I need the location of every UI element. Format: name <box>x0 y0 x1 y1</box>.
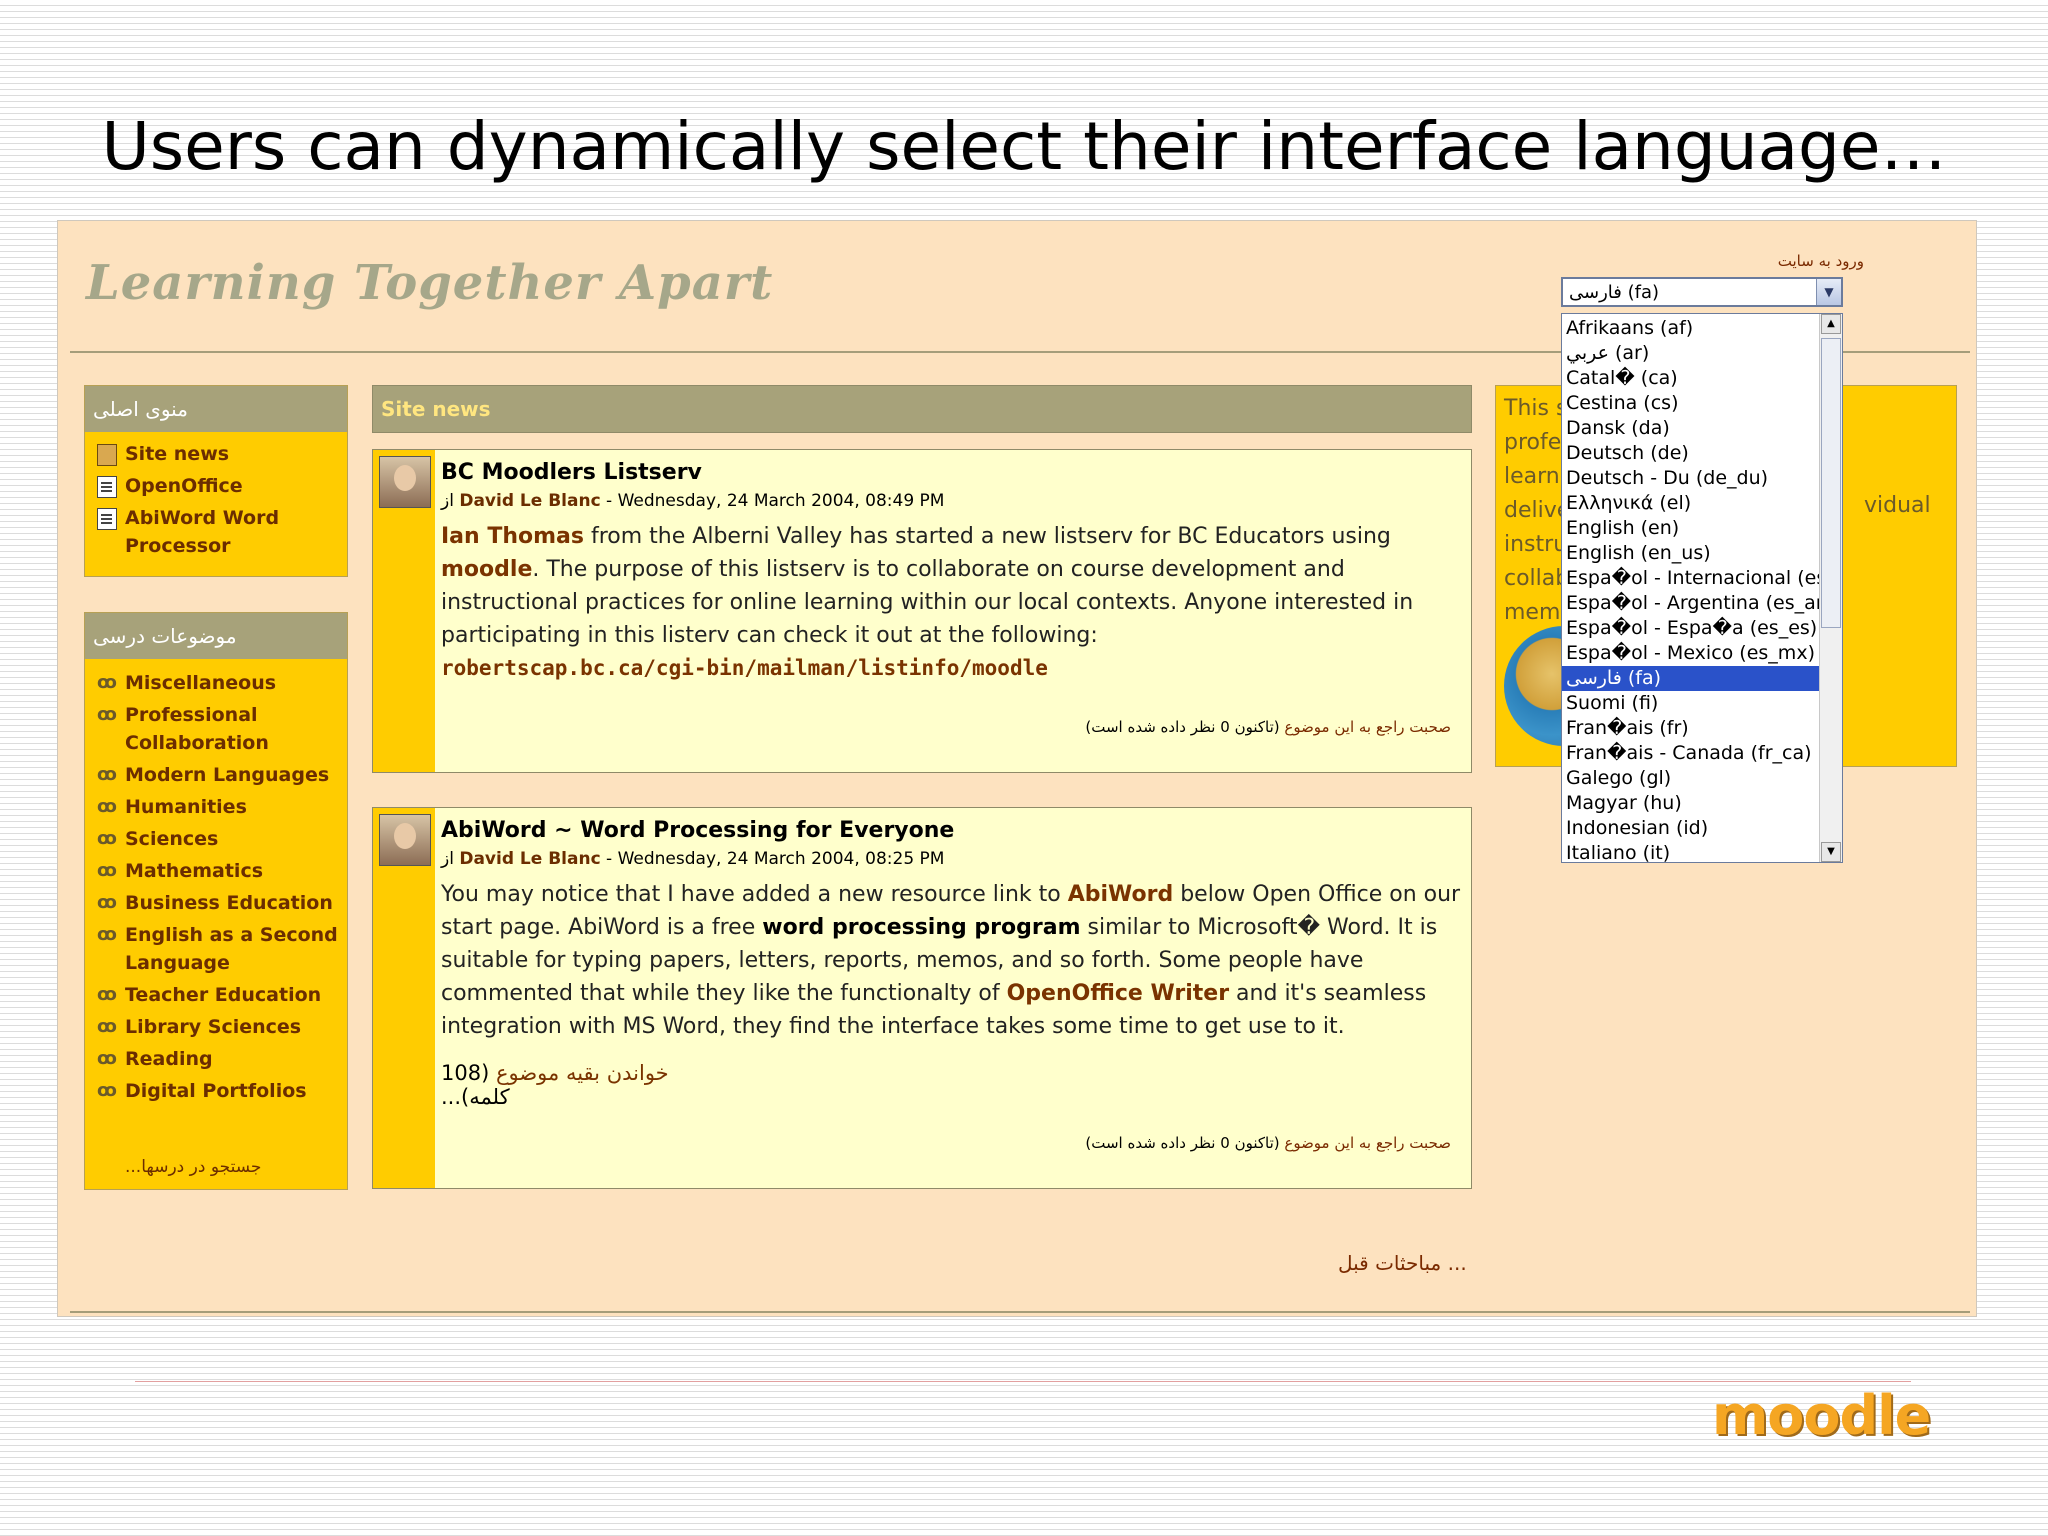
author-avatar[interactable] <box>379 814 431 866</box>
scrollbar-thumb[interactable] <box>1821 338 1841 628</box>
news-post: AbiWord ~ Word Processing for Everyone ا… <box>372 807 1472 1189</box>
category-icon: ꝏ <box>97 704 117 725</box>
language-option[interactable]: Cestina (cs) <box>1562 391 1820 416</box>
discuss-link[interactable]: صحبت راجع به این موضوع <box>1284 718 1451 736</box>
scroll-up-icon[interactable]: ▲ <box>1821 314 1841 334</box>
language-option[interactable]: Italiano (it) <box>1562 841 1820 862</box>
course-category-item[interactable]: ꝏ English as a Second Language <box>85 921 347 977</box>
language-select[interactable]: فارسی (fa) ▼ <box>1561 277 1843 307</box>
course-category-item[interactable]: ꝏ Modern Languages <box>85 761 347 789</box>
category-icon: ꝏ <box>97 764 117 785</box>
language-option[interactable]: Espa�ol - Espa�a (es_es) <box>1562 616 1820 641</box>
course-category-item[interactable]: ꝏ Business Education <box>85 889 347 917</box>
language-dropdown-list[interactable]: Afrikaans (af) عربي (ar) Catal� (ca) Cestin… <box>1561 313 1843 863</box>
course-category-item[interactable]: ꝏ Reading <box>85 1045 347 1073</box>
menu-item-openoffice[interactable]: OpenOffice <box>85 472 347 500</box>
category-icon: ꝏ <box>97 984 117 1005</box>
listserv-url-link[interactable]: robertscap.bc.ca/cgi-bin/mailman/listinf… <box>441 656 1048 680</box>
language-option[interactable]: Fran�ais (fr) <box>1562 716 1820 741</box>
course-category-item[interactable]: ꝏ Mathematics <box>85 857 347 885</box>
course-category-item[interactable]: ꝏ Professional Collaboration <box>85 701 347 757</box>
openoffice-writer-link[interactable]: OpenOffice Writer <box>1007 981 1229 1006</box>
language-option[interactable]: English (en_us) <box>1562 541 1820 566</box>
dropdown-scrollbar[interactable]: ▲ ▼ <box>1819 314 1842 862</box>
course-category-item[interactable]: ꝏ Digital Portfolios <box>85 1077 347 1105</box>
language-option[interactable]: Deutsch - Du (de_du) <box>1562 466 1820 491</box>
menu-item-abiword[interactable]: AbiWord Word Processor <box>85 504 347 560</box>
read-more: خواندن بقیه موضوع (108 کلمه)... <box>441 1061 669 1109</box>
language-option[interactable]: Dansk (da) <box>1562 416 1820 441</box>
footer-divider <box>70 1311 1970 1313</box>
site-title: Learning Together Apart <box>86 255 774 311</box>
post-discuss-footer: صحبت راجع به این موضوع (تاکنون 0 نظر داد… <box>1085 718 1451 736</box>
search-courses-link[interactable]: جستجو در درسها... <box>125 1157 261 1177</box>
course-category-item[interactable]: ꝏ Miscellaneous <box>85 669 347 697</box>
author-link[interactable]: David Le Blanc <box>459 491 600 511</box>
language-option[interactable]: فارسی (fa) <box>1562 666 1820 691</box>
language-option[interactable]: English (en) <box>1562 516 1820 541</box>
category-icon: ꝏ <box>97 1048 117 1069</box>
course-category-item[interactable]: ꝏ Humanities <box>85 793 347 821</box>
site-news-header: Site news <box>372 385 1472 433</box>
post-meta: از David Le Blanc - Wednesday, 24 March … <box>441 849 945 869</box>
post-text: Ian Thomas from the Alberni Valley has s… <box>441 524 1414 680</box>
language-option[interactable]: Indonesian (id) <box>1562 816 1820 841</box>
language-option[interactable]: عربي (ar) <box>1562 341 1820 366</box>
author-avatar[interactable] <box>379 456 431 508</box>
chevron-down-icon[interactable]: ▼ <box>1816 279 1841 305</box>
category-icon: ꝏ <box>97 860 117 881</box>
language-option[interactable]: Espa�ol - Internacional (es) <box>1562 566 1834 591</box>
course-categories-block: موضوعات درسی ꝏ Miscellaneous ꝏ Professiona… <box>84 612 348 1190</box>
course-category-item[interactable]: ꝏ Library Sciences <box>85 1013 347 1041</box>
moodle-link[interactable]: moodle <box>441 557 532 582</box>
post-discuss-footer: صحبت راجع به این موضوع (تاکنون 0 نظر داد… <box>1085 1134 1451 1152</box>
language-option[interactable]: Deutsch (de) <box>1562 441 1820 466</box>
category-icon: ꝏ <box>97 924 117 945</box>
category-icon: ꝏ <box>97 672 117 693</box>
language-option[interactable]: Espa�ol - Argentina (es_ar) <box>1562 591 1831 616</box>
category-icon: ꝏ <box>97 892 117 913</box>
moodle-logo: moodle <box>1712 1384 1931 1447</box>
post-text: You may notice that I have added a new r… <box>441 882 1461 1039</box>
page-icon <box>97 508 117 530</box>
discuss-link[interactable]: صحبت راجع به این موضوع <box>1284 1134 1451 1152</box>
category-icon: ꝏ <box>97 1080 117 1101</box>
course-category-item[interactable]: ꝏ Teacher Education <box>85 981 347 1009</box>
language-option[interactable]: Afrikaans (af) <box>1562 316 1820 341</box>
read-more-link[interactable]: خواندن بقیه موضوع <box>496 1061 669 1085</box>
menu-item-site-news[interactable]: Site news <box>85 440 347 468</box>
course-category-item[interactable]: ꝏ Sciences <box>85 825 347 853</box>
post-meta: از David Le Blanc - Wednesday, 24 March … <box>441 491 945 511</box>
main-menu-block: منوی اصلی Site news OpenOffice AbiWord W… <box>84 385 348 577</box>
main-menu-title: منوی اصلی <box>85 386 347 432</box>
scroll-down-icon[interactable]: ▼ <box>1821 842 1841 862</box>
category-icon: ꝏ <box>97 796 117 817</box>
language-option[interactable]: Magyar (hu) <box>1562 791 1820 816</box>
page-icon <box>97 476 117 498</box>
post-subject: BC Moodlers Listserv <box>441 460 702 485</box>
news-icon <box>97 444 117 466</box>
language-select-value: فارسی (fa) <box>1569 282 1660 303</box>
language-option[interactable]: Espa�ol - Mexico (es_mx) <box>1562 641 1820 666</box>
course-categories-title: موضوعات درسی <box>85 613 347 659</box>
person-link[interactable]: Ian Thomas <box>441 524 584 549</box>
language-option[interactable]: Catal� (ca) <box>1562 366 1820 391</box>
author-link[interactable]: David Le Blanc <box>459 849 600 869</box>
slide-divider <box>135 1381 1911 1382</box>
category-icon: ꝏ <box>97 828 117 849</box>
slide-title: Users can dynamically select their inter… <box>101 108 1947 185</box>
abiword-link[interactable]: AbiWord <box>1068 882 1174 907</box>
language-option[interactable]: Ελληνικά (el) <box>1562 491 1820 516</box>
language-option[interactable]: Fran�ais - Canada (fr_ca) <box>1562 741 1820 766</box>
news-post: BC Moodlers Listserv از David Le Blanc -… <box>372 449 1472 773</box>
older-discussions-link[interactable]: ... مباحثات قبل <box>1338 1251 1467 1275</box>
post-subject: AbiWord ~ Word Processing for Everyone <box>441 818 955 843</box>
login-link[interactable]: ورود به سایت <box>1778 252 1864 270</box>
site-description-fragment: vidual <box>1864 493 1931 518</box>
language-option[interactable]: Suomi (fi) <box>1562 691 1820 716</box>
language-option[interactable]: Galego (gl) <box>1562 766 1820 791</box>
category-icon: ꝏ <box>97 1016 117 1037</box>
moodle-site-screenshot: Learning Together Apart ورود به سایت منو… <box>57 220 1977 1317</box>
